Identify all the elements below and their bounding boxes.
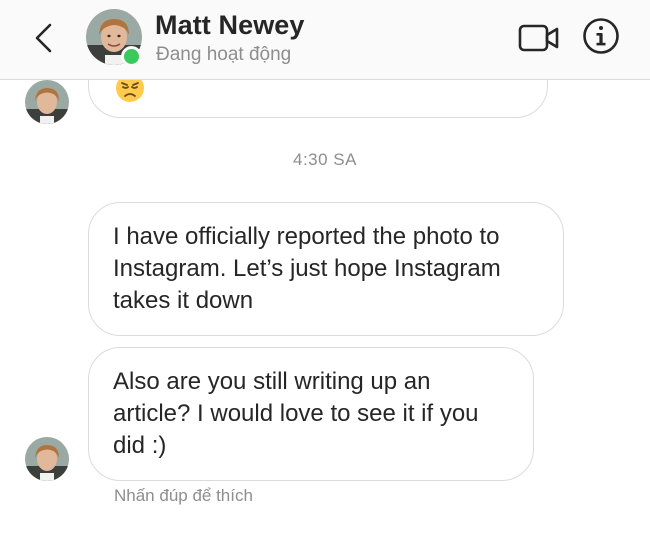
online-status-indicator [121,46,142,67]
back-button[interactable] [26,20,62,56]
info-button[interactable] [582,17,620,55]
profile-photo [25,80,69,124]
message-timestamp: 4:30 SA [293,150,357,169]
active-status: Đang hoạt động [156,44,292,65]
video-call-icon [518,24,559,52]
info-icon [583,18,619,54]
sender-avatar[interactable] [25,80,69,124]
chevron-left-icon [35,23,52,53]
video-call-button[interactable] [518,22,560,54]
contact-name[interactable]: Matt Newey [155,10,305,41]
sender-avatar[interactable] [25,437,69,481]
profile-photo [25,437,69,481]
message-bubble[interactable]: Also are you still writing up an article… [88,347,534,481]
chat-screen: Matt Newey Đang hoạt động 4:30 SA I have… [0,0,650,540]
message-bubble[interactable]: I have officially reported the photo to … [88,202,564,336]
double-tap-to-like-hint: Nhấn đúp để thích [114,486,253,505]
chat-header: Matt Newey Đang hoạt động [0,0,650,80]
